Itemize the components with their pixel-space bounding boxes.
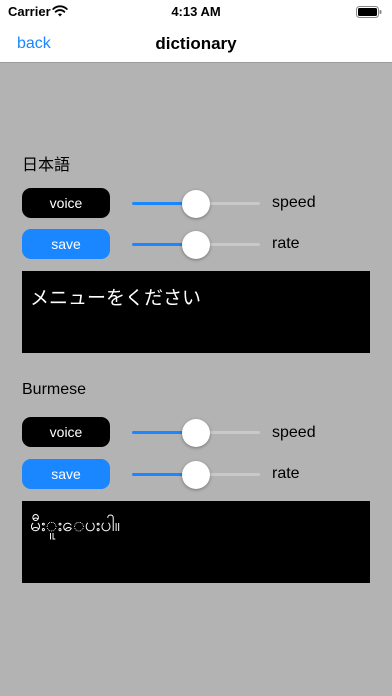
speed-slider[interactable]: [132, 416, 260, 448]
status-bar: Carrier 4:13 AM: [0, 0, 392, 24]
slider-thumb[interactable]: [182, 190, 210, 218]
status-time: 4:13 AM: [171, 4, 221, 19]
save-button[interactable]: save: [22, 229, 110, 259]
navigation-bar: back dictionary: [0, 24, 392, 63]
voice-button[interactable]: voice: [22, 188, 110, 218]
slider-thumb[interactable]: [182, 461, 210, 489]
battery-icon: [356, 6, 382, 18]
speed-label: speed: [272, 194, 316, 211]
slider-thumb[interactable]: [182, 419, 210, 447]
speed-label: speed: [272, 424, 316, 441]
rate-slider[interactable]: [132, 458, 260, 490]
voice-button[interactable]: voice: [22, 417, 110, 447]
save-button[interactable]: save: [22, 459, 110, 489]
phrase-text-box[interactable]: မီးူးေပးပါ။: [22, 501, 370, 583]
section-label: 日本語: [22, 157, 71, 174]
page-title: dictionary: [155, 34, 237, 53]
rate-label: rate: [272, 465, 300, 482]
slider-thumb[interactable]: [182, 231, 210, 259]
phrase-text-box[interactable]: メニューをください: [22, 271, 370, 353]
rate-slider[interactable]: [132, 228, 260, 260]
rate-label: rate: [272, 235, 300, 252]
speed-slider[interactable]: [132, 187, 260, 219]
section-label: Burmese: [22, 381, 87, 398]
